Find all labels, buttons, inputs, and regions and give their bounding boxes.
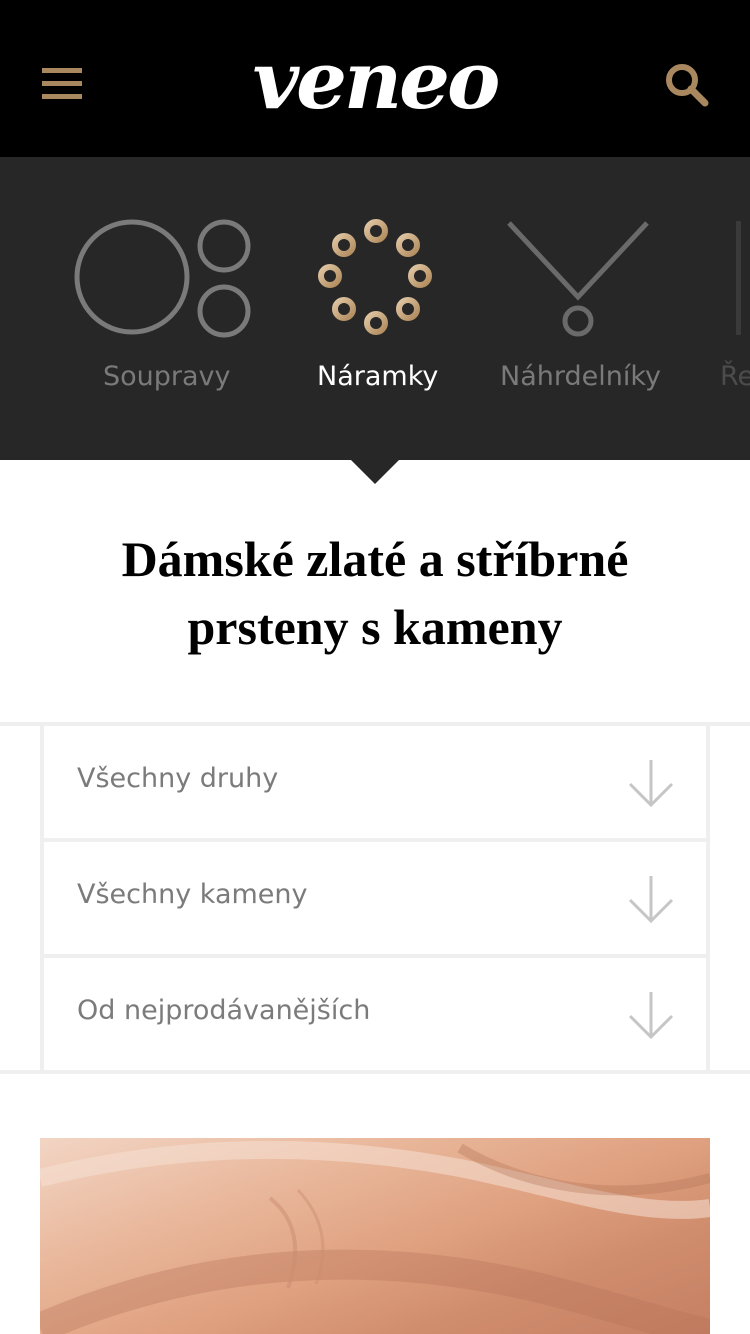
category-nahrdelniky[interactable]: Náhrdelníky — [495, 157, 665, 460]
page-title: Dámské zlaté a stříbrné prsteny s kameny — [121, 531, 629, 655]
top-header: veneo — [0, 0, 750, 157]
search-icon[interactable] — [664, 62, 710, 108]
bracelet-icon — [318, 219, 432, 335]
arrow-down-icon — [628, 992, 674, 1040]
category-label: Náramky — [317, 361, 439, 392]
filter-label: Všechny druhy — [77, 763, 279, 794]
filter-stone-select[interactable]: Všechny kameny — [44, 842, 706, 954]
brand-logo[interactable]: veneo — [0, 30, 750, 130]
filter-label: Všechny kameny — [77, 879, 308, 910]
filter-type-select[interactable]: Všechny druhy — [44, 726, 706, 838]
category-label: Ře — [720, 361, 750, 392]
partial-icon-bar — [736, 221, 741, 335]
divider — [706, 726, 710, 1074]
category-partial-right[interactable]: Ře — [710, 157, 750, 460]
product-image[interactable] — [40, 1138, 710, 1334]
category-carousel[interactable]: / Soupravy Náramky — [0, 157, 750, 460]
skin-texture — [40, 1140, 710, 1334]
arrow-down-icon — [628, 876, 674, 924]
filter-label: Od nejprodávanějších — [77, 995, 371, 1026]
category-label: Náhrdelníky — [500, 361, 661, 392]
sort-select[interactable]: Od nejprodávanějších — [44, 958, 706, 1070]
necklace-icon — [507, 221, 649, 337]
active-category-pointer — [350, 459, 400, 484]
category-naramky[interactable]: Náramky — [300, 157, 450, 460]
rings-set-icon — [74, 219, 251, 338]
filter-panel: Všechny druhy Všechny kameny Od nejprodá… — [0, 722, 750, 1074]
category-soupravy[interactable]: Soupravy — [60, 157, 270, 460]
category-label: Soupravy — [103, 361, 231, 392]
arrow-down-icon — [628, 760, 674, 808]
